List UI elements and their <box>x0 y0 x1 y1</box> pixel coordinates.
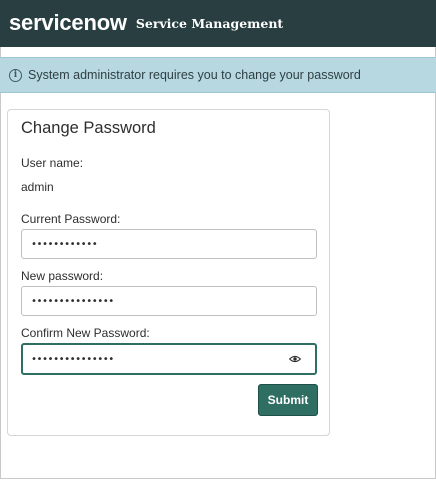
new-password-field[interactable]: ••••••••••••••• <box>21 286 317 316</box>
confirm-password-field[interactable]: ••••••••••••••• <box>21 343 317 375</box>
confirm-password-label: Confirm New Password: <box>21 326 150 340</box>
confirm-password-value: ••••••••••••••• <box>31 353 114 365</box>
servicenow-logo[interactable]: servicenow <box>9 10 127 36</box>
header-bar: servicenow Service Management <box>0 0 436 47</box>
new-password-label: New password: <box>21 269 104 283</box>
card-title: Change Password <box>21 119 156 137</box>
info-banner: i System administrator requires you to c… <box>0 57 436 93</box>
current-password-value: •••••••••••• <box>31 238 98 250</box>
submit-button[interactable]: Submit <box>258 384 318 416</box>
logo-text: servicenow <box>9 9 127 35</box>
info-icon: i <box>9 68 22 82</box>
username-label: User name: <box>21 156 84 170</box>
username-value: admin <box>21 180 54 194</box>
current-password-label: Current Password: <box>21 212 121 226</box>
eye-icon[interactable] <box>289 355 301 363</box>
banner-message: System administrator requires you to cha… <box>28 68 361 82</box>
new-password-value: ••••••••••••••• <box>31 295 114 307</box>
current-password-field[interactable]: •••••••••••• <box>21 229 317 259</box>
header-title: Service Management <box>135 16 284 31</box>
change-password-card: Change Password User name: admin Current… <box>7 109 330 436</box>
